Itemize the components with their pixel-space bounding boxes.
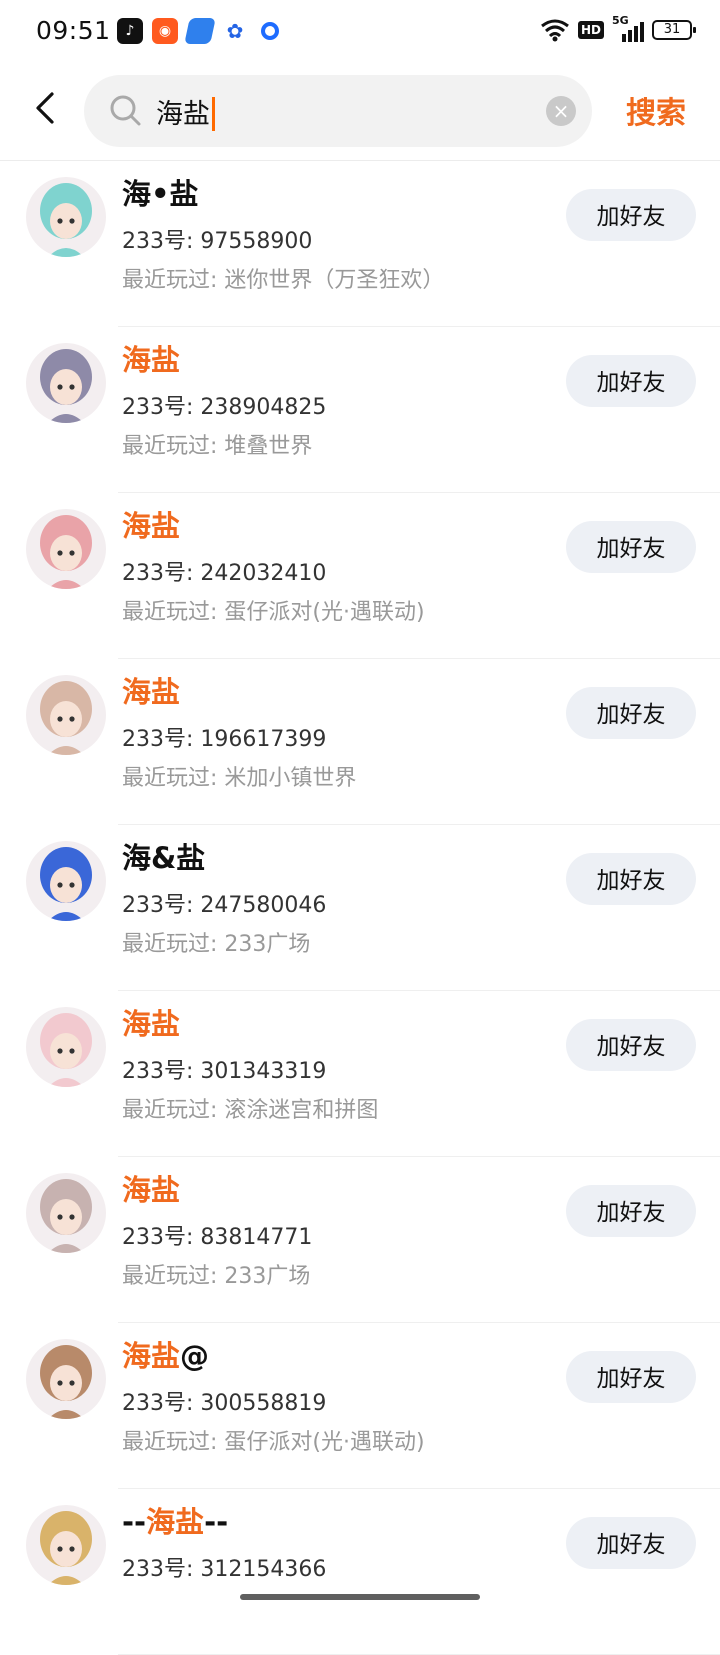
user-nickname[interactable]: 海盐 <box>122 669 180 711</box>
user-id: 233号: 312154366 <box>122 1557 327 1582</box>
avatar-image <box>26 1505 106 1585</box>
nickname-prefix: -- <box>122 1505 147 1539</box>
search-query-text[interactable]: 海盐 <box>156 92 215 131</box>
user-result-row[interactable]: 海盐 233号: 196617399 最近玩过: 米加小镇世界 加好友 <box>0 659 720 825</box>
user-id: 233号: 300558819 <box>122 1391 327 1416</box>
search-input[interactable]: 海盐 × <box>84 75 592 147</box>
avatar-image <box>26 1173 106 1253</box>
battery-icon: 31 <box>652 20 696 40</box>
add-friend-button[interactable]: 加好友 <box>566 853 696 905</box>
cell-signal-icon: 5G <box>612 14 644 43</box>
clear-icon[interactable]: × <box>546 96 576 126</box>
avatar-image <box>26 1007 106 1087</box>
recently-played: 最近玩过: 233广场 <box>122 1264 311 1289</box>
search-bar-row: 海盐 × 搜索 <box>0 70 720 150</box>
nickname-text: 海&盐 <box>122 841 206 875</box>
user-nickname[interactable]: 海盐 <box>122 1167 180 1209</box>
status-bar: 09:51 ♪ ◉ ✿ HD 5G 31 <box>0 0 720 64</box>
user-nickname[interactable]: 海盐 <box>122 503 180 545</box>
battery-level: 31 <box>663 22 681 37</box>
recently-played: 最近玩过: 米加小镇世界 <box>122 766 357 791</box>
avatar[interactable] <box>26 1505 106 1585</box>
nickname-highlight: 海盐 <box>122 1339 181 1373</box>
user-result-row[interactable]: --海盐-- 233号: 312154366 加好友 <box>0 1489 720 1655</box>
user-result-row[interactable]: 海盐 233号: 242032410 最近玩过: 蛋仔派对(光·遇联动) 加好友 <box>0 493 720 659</box>
user-id: 233号: 196617399 <box>122 727 327 752</box>
back-arrow-icon[interactable] <box>26 88 66 128</box>
tiktok-icon: ♪ <box>117 18 143 44</box>
baidu-icon: ✿ <box>222 18 248 44</box>
add-friend-button[interactable]: 加好友 <box>566 1351 696 1403</box>
user-nickname[interactable]: --海盐-- <box>122 1499 228 1541</box>
avatar-image <box>26 343 106 423</box>
avatar[interactable] <box>26 177 106 257</box>
text-caret <box>212 96 215 131</box>
avatar[interactable] <box>26 343 106 423</box>
nickname-text: 海•盐 <box>122 177 199 211</box>
user-result-row[interactable]: 海盐@ 233号: 300558819 最近玩过: 蛋仔派对(光·遇联动) 加好… <box>0 1323 720 1489</box>
nickname-highlight: 海盐 <box>122 1007 181 1041</box>
notes-app-icon <box>184 18 216 44</box>
kuaishou-icon: ◉ <box>152 18 178 44</box>
avatar-image <box>26 177 106 257</box>
avatar-image <box>26 1339 106 1419</box>
nickname-highlight: 海盐 <box>122 509 181 543</box>
avatar[interactable] <box>26 509 106 589</box>
wifi-icon <box>541 19 569 42</box>
add-friend-button[interactable]: 加好友 <box>566 687 696 739</box>
user-result-row[interactable]: 海盐 233号: 301343319 最近玩过: 滚涂迷宫和拼图 加好友 <box>0 991 720 1157</box>
user-result-row[interactable]: 海盐 233号: 83814771 最近玩过: 233广场 加好友 <box>0 1157 720 1323</box>
user-id: 233号: 242032410 <box>122 561 327 586</box>
avatar[interactable] <box>26 1339 106 1419</box>
add-friend-button[interactable]: 加好友 <box>566 1185 696 1237</box>
avatar-image <box>26 675 106 755</box>
nickname-suffix: @ <box>180 1339 210 1373</box>
avatar-image <box>26 509 106 589</box>
nickname-highlight: 海盐 <box>122 675 181 709</box>
search-results-list: 海•盐 233号: 97558900 最近玩过: 迷你世界（万圣狂欢） 加好友 … <box>0 161 720 1655</box>
avatar[interactable] <box>26 1007 106 1087</box>
nickname-highlight: 海盐 <box>146 1505 205 1539</box>
user-result-row[interactable]: 海&盐 233号: 247580046 最近玩过: 233广场 加好友 <box>0 825 720 991</box>
recently-played: 最近玩过: 蛋仔派对(光·遇联动) <box>122 1430 425 1455</box>
recently-played: 最近玩过: 蛋仔派对(光·遇联动) <box>122 600 425 625</box>
user-id: 233号: 301343319 <box>122 1059 327 1084</box>
browser-app-icon <box>257 18 283 44</box>
avatar[interactable] <box>26 841 106 921</box>
search-button[interactable]: 搜索 <box>626 88 686 132</box>
user-id: 233号: 247580046 <box>122 893 327 918</box>
user-nickname[interactable]: 海盐@ <box>122 1333 209 1375</box>
search-icon <box>110 95 141 126</box>
search-query-value: 海盐 <box>156 99 210 130</box>
user-id: 233号: 83814771 <box>122 1225 313 1250</box>
add-friend-button[interactable]: 加好友 <box>566 355 696 407</box>
add-friend-button[interactable]: 加好友 <box>566 521 696 573</box>
avatar[interactable] <box>26 675 106 755</box>
recently-played: 最近玩过: 迷你世界（万圣狂欢） <box>122 268 445 293</box>
user-result-row[interactable]: 海•盐 233号: 97558900 最近玩过: 迷你世界（万圣狂欢） 加好友 <box>0 161 720 327</box>
user-nickname[interactable]: 海•盐 <box>122 171 199 213</box>
user-nickname[interactable]: 海盐 <box>122 337 180 379</box>
nickname-suffix: -- <box>204 1505 229 1539</box>
recently-played: 最近玩过: 233广场 <box>122 932 311 957</box>
status-time: 09:51 <box>36 16 111 45</box>
add-friend-button[interactable]: 加好友 <box>566 1517 696 1569</box>
hd-badge: HD <box>577 21 604 39</box>
add-friend-button[interactable]: 加好友 <box>566 1019 696 1071</box>
avatar-image <box>26 841 106 921</box>
home-indicator[interactable] <box>240 1594 480 1600</box>
user-result-row[interactable]: 海盐 233号: 238904825 最近玩过: 堆叠世界 加好友 <box>0 327 720 493</box>
user-id: 233号: 238904825 <box>122 395 327 420</box>
nickname-highlight: 海盐 <box>122 1173 181 1207</box>
user-nickname[interactable]: 海&盐 <box>122 835 205 877</box>
recently-played: 最近玩过: 堆叠世界 <box>122 434 313 459</box>
user-nickname[interactable]: 海盐 <box>122 1001 180 1043</box>
avatar[interactable] <box>26 1173 106 1253</box>
user-id: 233号: 97558900 <box>122 229 313 254</box>
add-friend-button[interactable]: 加好友 <box>566 189 696 241</box>
notification-app-icons: ♪ ◉ ✿ <box>117 18 283 44</box>
recently-played: 最近玩过: 滚涂迷宫和拼图 <box>122 1098 379 1123</box>
nickname-highlight: 海盐 <box>122 343 181 377</box>
status-indicators: HD 5G 31 <box>540 14 696 43</box>
